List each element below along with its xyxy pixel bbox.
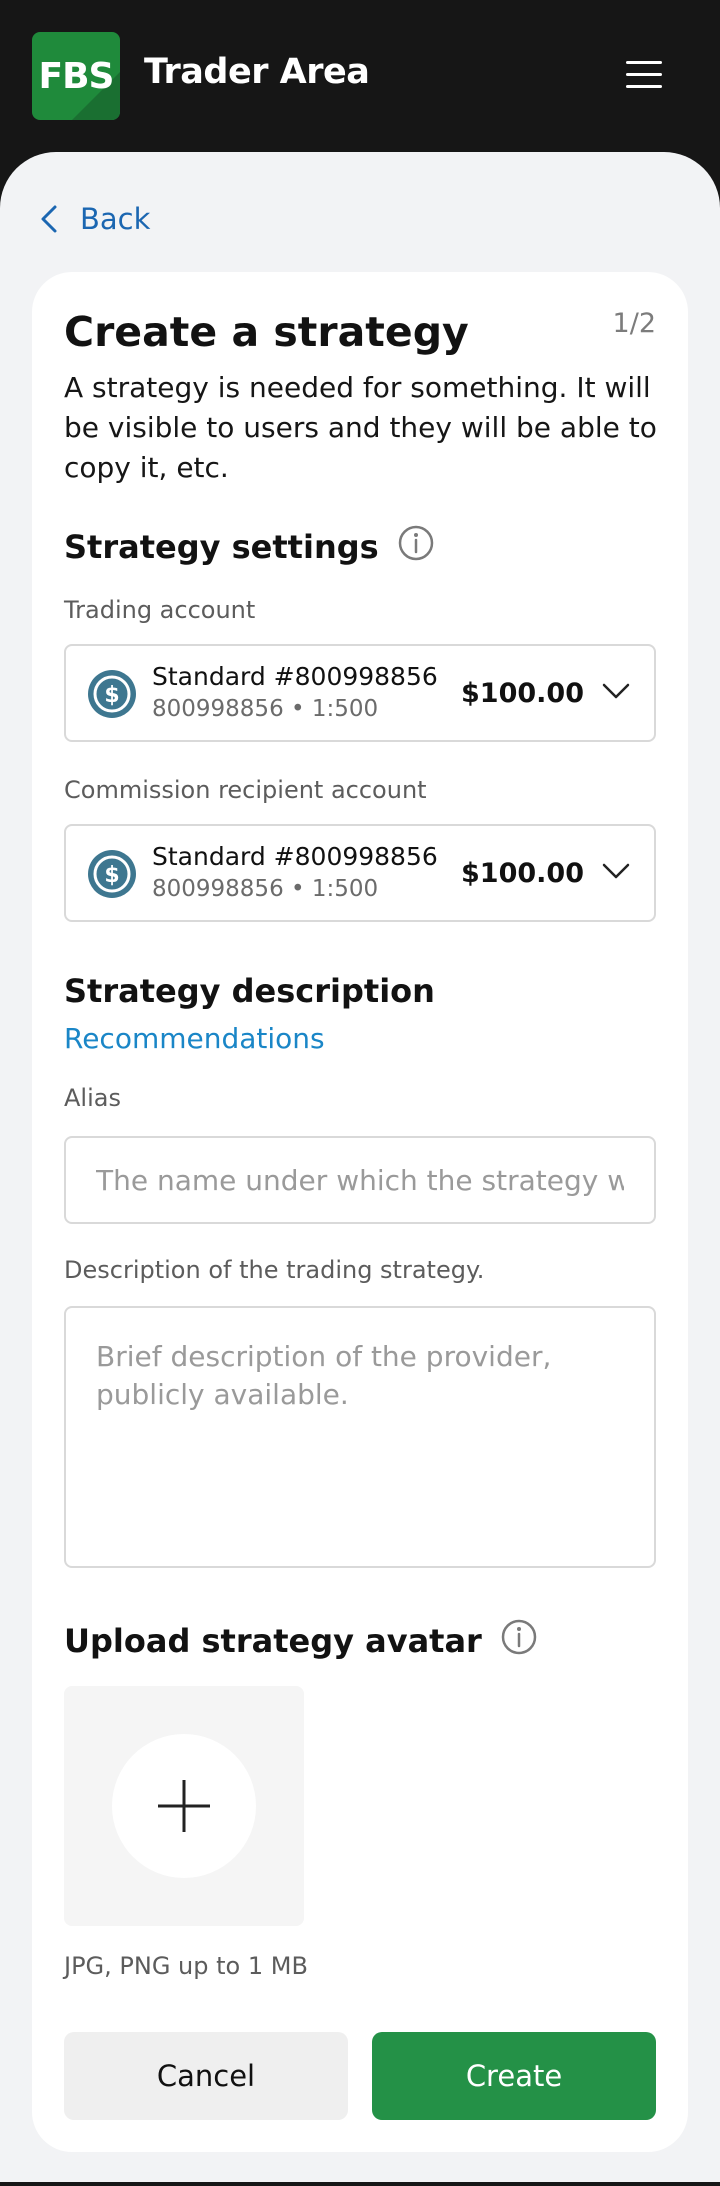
logo-text: FBS (38, 55, 115, 97)
svg-text:$: $ (104, 683, 119, 708)
chevron-down-icon (602, 683, 630, 699)
recommendations-link[interactable]: Recommendations (64, 1022, 325, 1055)
account-balance: $100.00 (461, 678, 584, 709)
chevron-left-icon (41, 205, 57, 233)
info-icon[interactable] (397, 524, 435, 570)
trading-account-select[interactable]: $ Standard #800998856 800998856 • 1:500 … (64, 644, 656, 742)
alias-input[interactable] (64, 1136, 656, 1224)
description-textarea[interactable] (64, 1306, 656, 1568)
app-title: Trader Area (144, 52, 370, 92)
trading-account-label: Trading account (64, 596, 256, 624)
upload-avatar-heading: Upload strategy avatar (64, 1618, 538, 1664)
page-title: Create a strategy (64, 308, 469, 356)
strategy-settings-heading: Strategy settings (64, 524, 435, 570)
avatar-upload-area[interactable] (64, 1686, 304, 1926)
svg-text:$: $ (104, 863, 119, 888)
account-name: Standard #800998856 (152, 662, 438, 691)
upload-avatar-title: Upload strategy avatar (64, 1622, 482, 1660)
account-balance: $100.00 (461, 858, 584, 889)
account-name: Standard #800998856 (152, 842, 438, 871)
hamburger-menu-icon[interactable] (620, 50, 668, 98)
dollar-coin-icon: $ (88, 850, 136, 898)
back-label: Back (80, 202, 151, 236)
create-strategy-card: Create a strategy 1/2 A strategy is need… (32, 272, 688, 2152)
create-button[interactable]: Create (372, 2032, 656, 2120)
alias-label: Alias (64, 1084, 121, 1112)
step-indicator: 1/2 (612, 308, 656, 339)
account-details: 800998856 • 1:500 (152, 696, 379, 722)
description-label: Description of the trading strategy. (64, 1256, 485, 1284)
plus-icon (158, 1780, 210, 1832)
upload-hint: JPG, PNG up to 1 MB (64, 1952, 308, 1980)
strategy-description-heading: Strategy description (64, 972, 435, 1010)
upload-button[interactable] (112, 1734, 256, 1878)
back-link[interactable]: Back (40, 202, 150, 236)
info-icon[interactable] (500, 1618, 538, 1664)
strategy-settings-title: Strategy settings (64, 528, 379, 566)
account-details: 800998856 • 1:500 (152, 876, 379, 902)
fbs-logo[interactable]: FBS (32, 32, 120, 120)
top-bar: FBS Trader Area (0, 0, 720, 152)
chevron-down-icon (602, 863, 630, 879)
main-sheet: Back Create a strategy 1/2 A strategy is… (0, 152, 720, 2182)
commission-account-select[interactable]: $ Standard #800998856 800998856 • 1:500 … (64, 824, 656, 922)
dollar-coin-icon: $ (88, 670, 136, 718)
commission-account-label: Commission recipient account (64, 776, 427, 804)
cancel-button[interactable]: Cancel (64, 2032, 348, 2120)
intro-text: A strategy is needed for something. It w… (64, 371, 657, 484)
